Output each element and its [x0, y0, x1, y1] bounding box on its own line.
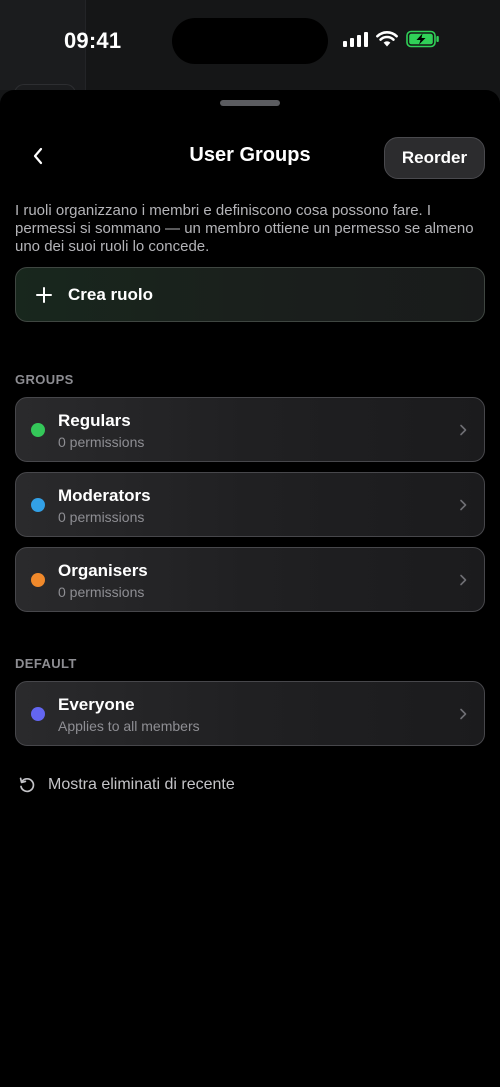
group-description: Applies to all members [58, 718, 200, 734]
groups-section-label: GROUPS [15, 372, 74, 387]
group-row-organisers[interactable]: Organisers 0 permissions [15, 547, 485, 612]
create-role-button[interactable]: Crea ruolo [15, 267, 485, 322]
reorder-button[interactable]: Reorder [384, 137, 485, 179]
sheet-grabber[interactable] [220, 100, 280, 106]
default-section-label: DEFAULT [15, 656, 77, 671]
restore-icon [19, 777, 35, 793]
group-row-moderators[interactable]: Moderators 0 permissions [15, 472, 485, 537]
group-row-regulars[interactable]: Regulars 0 permissions [15, 397, 485, 462]
back-button[interactable] [22, 138, 54, 174]
show-recently-deleted-label: Mostra eliminati di recente [48, 776, 235, 793]
group-name: Organisers [58, 561, 148, 580]
group-color-dot [31, 573, 45, 587]
show-recently-deleted-button[interactable]: Mostra eliminati di recente [18, 773, 235, 797]
status-icons [343, 30, 440, 48]
screen: 09:41 User Groups Reorder I ruoli organi… [0, 0, 500, 1087]
group-name: Everyone [58, 695, 135, 714]
group-permissions: 0 permissions [58, 584, 145, 600]
chevron-right-icon [460, 424, 467, 436]
chevron-right-icon [460, 708, 467, 720]
wifi-icon [376, 31, 398, 47]
group-color-dot [31, 707, 45, 721]
intro-text: I ruoli organizzano i membri e definisco… [15, 202, 474, 255]
plus-icon [36, 286, 52, 303]
status-bar: 09:41 [0, 0, 500, 84]
user-groups-sheet: User Groups Reorder I ruoli organizzano … [0, 90, 500, 1087]
signal-icon [343, 31, 368, 47]
chevron-right-icon [460, 574, 467, 586]
battery-charging-icon [406, 30, 439, 48]
create-role-label: Crea ruolo [68, 284, 154, 304]
group-name: Moderators [58, 486, 151, 505]
group-color-dot [31, 498, 45, 512]
nav-bar: User Groups Reorder [0, 130, 500, 186]
group-color-dot [31, 423, 45, 437]
chevron-right-icon [460, 499, 467, 511]
back-chevron-icon [33, 147, 43, 165]
status-time: 09:41 [64, 28, 122, 53]
dynamic-island [172, 18, 328, 64]
group-name: Regulars [58, 411, 131, 430]
group-permissions: 0 permissions [58, 509, 145, 525]
group-permissions: 0 permissions [58, 434, 145, 450]
group-row-everyone[interactable]: Everyone Applies to all members [15, 681, 485, 746]
